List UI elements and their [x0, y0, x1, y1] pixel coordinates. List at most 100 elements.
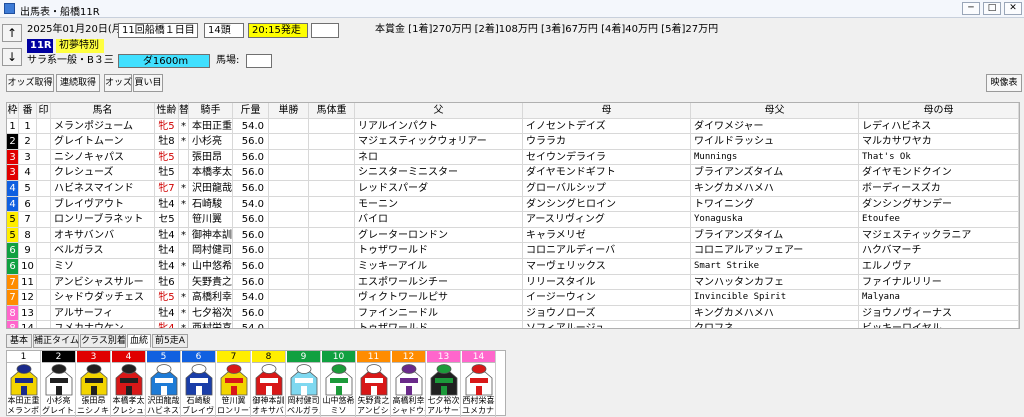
table-row[interactable]: 8 14 ユメカナウケン 牝4 * 西村栄喜 54.0 トゥザワールド ソフィアルージュ クロフネ…: [7, 321, 1019, 328]
silk-card[interactable]: 9 岡村健司ベルガラス: [287, 351, 321, 417]
table-row[interactable]: 4 5 ハビネスマインド 牝7 * 沢田龍哉 56.0 レッドスパーダ グローバルシップ キングカ…: [7, 181, 1019, 197]
table-row[interactable]: 8 13 アルサーフィ 牡4 * 七夕裕次 56.0 ファインニードル ジョウノローズ キングカメ…: [7, 305, 1019, 322]
cell-waku: 3: [7, 149, 19, 165]
cell-damdam: That's Ok: [859, 149, 1019, 165]
cell-damsire: Munnings: [691, 149, 859, 165]
cell-sex-age: 牝7: [155, 181, 179, 196]
prize-money: 本賞金 [1着]270万円 [2着]108万円 [3着]67万円 [4着]40万…: [375, 24, 719, 35]
header-change[interactable]: 替: [179, 103, 189, 118]
cell-sire: ファインニードル: [355, 305, 523, 321]
tab-basic[interactable]: 基本: [6, 334, 32, 348]
table-row[interactable]: 7 11 アンビシャスサルー 牡6 矢野貴之 56.0 エスポワールシチー リリースタイル マン…: [7, 274, 1019, 291]
header-weight[interactable]: 斤量: [233, 103, 269, 118]
table-row[interactable]: 7 12 シャドウダッチェス 牝5 * 高橋利幸 54.0 ヴィクトワールピサ イージーウィン I…: [7, 290, 1019, 306]
cell-change: *: [179, 227, 189, 243]
buy-button[interactable]: 買い目: [133, 74, 163, 92]
cell-number: 8: [19, 227, 37, 243]
video-button[interactable]: 映像表: [986, 74, 1022, 92]
header-dam[interactable]: 母: [523, 103, 691, 118]
jockey-silk-icon: [360, 364, 387, 396]
odds-button[interactable]: オッズ: [104, 74, 132, 92]
app-icon: [4, 3, 15, 14]
cell-body-weight: [309, 243, 355, 258]
table-row[interactable]: 5 7 ロンリーブラネット セ5 笹川翼 56.0 バイロ アースリヴィング Yonaguska…: [7, 212, 1019, 228]
jockey-silk-icon: [45, 364, 72, 396]
race-name: 初夢特別: [56, 39, 104, 53]
table-row[interactable]: 3 3 ニシノキャパス 牝5 張田昂 56.0 ネロ セイウンデライラ Munnings That…: [7, 149, 1019, 166]
header-sire[interactable]: 父: [355, 103, 523, 118]
silk-card[interactable]: 3 張田昂ニシノキャ: [77, 351, 111, 417]
silk-card[interactable]: 4 本橋孝太クレシュー: [112, 351, 146, 417]
cell-mark: [37, 212, 51, 227]
silk-card[interactable]: 14 西村栄喜ユメカナウ: [462, 351, 496, 417]
header-mark[interactable]: 印: [37, 103, 51, 118]
realtime-odds-button[interactable]: 連続取得: [56, 74, 100, 92]
silk-card[interactable]: 2 小杉亮グレイトム: [42, 351, 76, 417]
close-button[interactable]: ✕: [1004, 2, 1022, 15]
tab-adjusted-time[interactable]: 補正タイム: [33, 334, 79, 348]
odds-fetch-button[interactable]: オッズ取得: [6, 74, 54, 92]
header-horse-name[interactable]: 馬名: [51, 103, 155, 118]
cell-jockey: 小杉亮: [189, 134, 233, 149]
table-row[interactable]: 6 9 ベルガラス 牡4 岡村健司 56.0 トゥザワールド コロニアルディーバ コロニアルアッ…: [7, 243, 1019, 259]
silk-number: 7: [217, 351, 250, 363]
cell-damdam: ジョウノヴィーナス: [859, 305, 1019, 321]
cell-win-odds: [269, 149, 309, 165]
silk-card[interactable]: 11 矢野貴之アンビシャ: [357, 351, 391, 417]
table-row[interactable]: 5 8 オキサバンバ 牡4 * 御神本訓 56.0 グレーターロンドン キャラメリゼ ブライアンズ…: [7, 227, 1019, 244]
cell-win-odds: [269, 290, 309, 305]
cell-mark: [37, 305, 51, 321]
silk-card[interactable]: 10 山中悠希 ミソ: [322, 351, 356, 417]
cell-waku: 7: [7, 274, 19, 290]
cell-body-weight: [309, 321, 355, 328]
maximize-button[interactable]: □: [983, 2, 1001, 15]
table-row[interactable]: 3 4 クレシューズ 牡5 本橋孝太 56.0 シニスターミニスター ダイヤモンドギフト ブライ…: [7, 165, 1019, 181]
next-race-button[interactable]: ↓: [2, 48, 22, 66]
header-body-weight[interactable]: 馬体重: [309, 103, 355, 118]
tab-class-results[interactable]: クラス別着: [80, 334, 126, 348]
header-jockey[interactable]: 騎手: [189, 103, 233, 118]
silk-horse-name: ミソ: [330, 406, 347, 415]
silk-card[interactable]: 5 沢田龍哉ハビネスマ: [147, 351, 181, 417]
silk-card[interactable]: 12 高橋利幸シャドウダ: [392, 351, 426, 417]
tab-last5[interactable]: 前5走A: [152, 334, 188, 348]
tab-pedigree[interactable]: 血統: [127, 334, 151, 348]
silk-card[interactable]: 1 本田正重メランポジュ: [7, 351, 41, 417]
silk-card[interactable]: 13 七夕裕次アルサーフ: [427, 351, 461, 417]
cell-jockey: 本田正重: [189, 118, 233, 134]
cell-sire: レッドスパーダ: [355, 181, 523, 196]
cell-sire: モーニン: [355, 196, 523, 212]
silk-number: 1: [7, 351, 40, 363]
jockey-silk-icon: [10, 364, 37, 396]
cell-damdam: レディハビネス: [859, 118, 1019, 134]
cell-win-odds: [269, 196, 309, 212]
header-damdam[interactable]: 母の母: [859, 103, 1019, 118]
silk-card[interactable]: 8 御神本訓オキサバン: [252, 351, 286, 417]
minimize-button[interactable]: ─: [962, 2, 980, 15]
table-row[interactable]: 6 10 ミソ 牡4 * 山中悠希 56.0 ミッキーアイル マーヴェリックス Smart Str…: [7, 259, 1019, 275]
cell-damdam: Malyana: [859, 290, 1019, 305]
silk-number: 14: [462, 351, 495, 363]
prev-race-button[interactable]: ↑: [2, 24, 22, 42]
table-row[interactable]: 4 6 ブレイヴアウト 牡4 * 石崎駿 54.0 モーニン ダンシングヒロイン トワイニング ダン…: [7, 196, 1019, 213]
cell-jockey: 高橋利幸: [189, 290, 233, 305]
cell-win-odds: [269, 321, 309, 328]
cell-horse-name: ハビネスマインド: [51, 181, 155, 196]
header-waku[interactable]: 枠: [7, 103, 19, 118]
silk-card[interactable]: 6 石崎駿ブレイヴア: [182, 351, 216, 417]
header-win-odds[interactable]: 単勝: [269, 103, 309, 118]
header-sex-age[interactable]: 性齢: [155, 103, 179, 118]
entry-table: 枠 番 印 馬名 性齢 替 騎手 斤量 単勝 馬体重 父 母 母父 母の母 11…: [6, 102, 1020, 329]
cell-change: *: [179, 321, 189, 328]
cell-jockey: 山中悠希: [189, 259, 233, 274]
silk-horse-name: オキサバン: [252, 406, 285, 415]
table-row[interactable]: 1 1 メランポジューム 牝5 * 本田正重 54.0 リアルインパクト イノセントデイズ ダイワ…: [7, 118, 1019, 135]
silk-card[interactable]: 7 笹川翼ロンリーブ: [217, 351, 251, 417]
cell-mark: [37, 181, 51, 196]
cell-mark: [37, 165, 51, 180]
header-number[interactable]: 番: [19, 103, 37, 118]
cell-waku: 4: [7, 196, 19, 212]
jockey-silk-icon: [395, 364, 422, 396]
table-row[interactable]: 2 2 グレイトムーン 牡8 * 小杉亮 56.0 マジェスティックウォリアー ウララカ ワイルド…: [7, 134, 1019, 150]
header-damsire[interactable]: 母父: [691, 103, 859, 118]
